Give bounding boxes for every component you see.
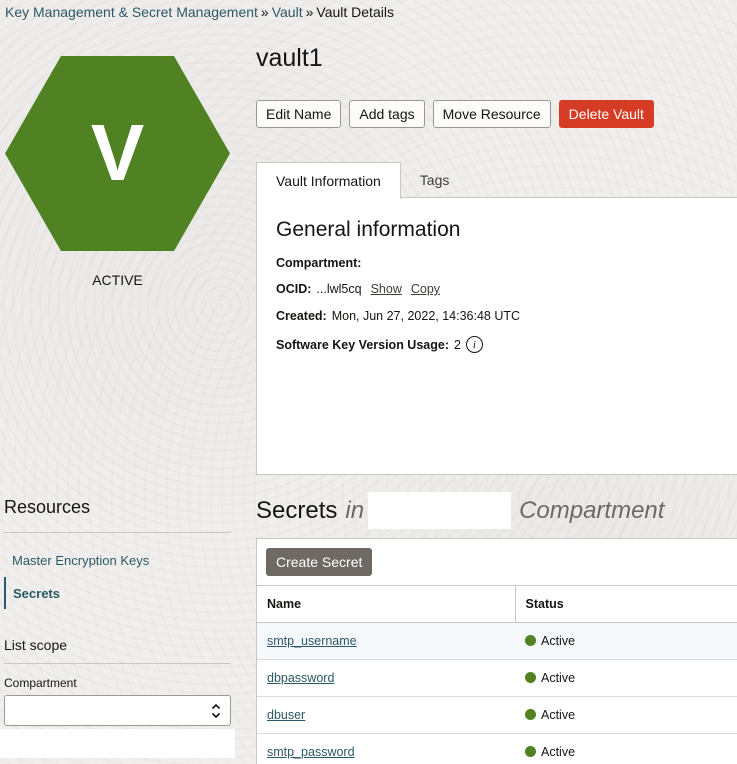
resources-heading: Resources bbox=[4, 497, 91, 517]
status-cell: Active bbox=[515, 733, 737, 764]
secrets-table-panel: Create Secret Name Status smtp_username … bbox=[256, 538, 737, 764]
delete-vault-button[interactable]: Delete Vault bbox=[558, 100, 654, 128]
secrets-heading-in: in bbox=[345, 496, 365, 524]
chevron-up-down-icon bbox=[211, 703, 221, 719]
move-resource-button[interactable]: Move Resource bbox=[432, 100, 551, 128]
status-cell: Active bbox=[515, 696, 737, 734]
key-version-usage-label: Software Key Version Usage: bbox=[276, 337, 449, 352]
status-dot-icon bbox=[525, 672, 536, 683]
status-cell: Active bbox=[515, 659, 737, 697]
table-header-row: Name Status bbox=[257, 585, 737, 623]
status-dot-icon bbox=[525, 709, 536, 720]
compartment-name-redacted bbox=[368, 492, 512, 529]
compartment-label: Compartment: bbox=[276, 256, 362, 270]
edit-name-button[interactable]: Edit Name bbox=[256, 100, 342, 128]
vault-hexagon-icon: V bbox=[5, 56, 230, 251]
resources-divider bbox=[4, 532, 231, 533]
list-scope-heading: List scope bbox=[4, 637, 68, 653]
secret-name-link[interactable]: smtp_username bbox=[267, 634, 357, 648]
status-label: Active bbox=[541, 634, 576, 648]
compartment-row: Compartment: bbox=[276, 254, 725, 272]
secrets-heading-suffix: Compartment bbox=[519, 496, 665, 524]
vault-hexagon-badge: V bbox=[4, 55, 231, 252]
redacted-area bbox=[0, 729, 235, 758]
breadcrumb: Key Management & Secret Management» Vault… bbox=[5, 4, 394, 20]
created-label: Created: bbox=[276, 309, 327, 323]
secret-name-link[interactable]: dbuser bbox=[267, 708, 305, 722]
tab-bar: Vault Information Tags bbox=[256, 162, 468, 199]
table-row: smtp_password Active bbox=[257, 733, 737, 764]
secrets-table: Name Status smtp_username Active dbpassw… bbox=[257, 585, 737, 764]
action-bar: Edit Name Add tags Move Resource Delete … bbox=[256, 100, 654, 128]
ocid-row: OCID: ...lwl5cq Show Copy bbox=[276, 282, 440, 296]
table-row: dbpassword Active bbox=[257, 659, 737, 697]
general-information-heading: General information bbox=[276, 218, 461, 241]
list-scope-divider bbox=[4, 663, 231, 664]
status-label: Active bbox=[541, 745, 576, 759]
breadcrumb-separator: » bbox=[305, 4, 314, 20]
breadcrumb-vault-details: Vault Details bbox=[316, 4, 394, 20]
key-version-usage-row: Software Key Version Usage: 2 i bbox=[276, 336, 483, 353]
ocid-value: ...lwl5cq bbox=[316, 282, 362, 296]
page-title: vault1 bbox=[256, 44, 323, 72]
status-label: Active bbox=[541, 671, 576, 685]
breadcrumb-vault[interactable]: Vault bbox=[272, 4, 303, 20]
status-dot-icon bbox=[525, 635, 536, 646]
secrets-table-toolbar: Create Secret bbox=[266, 548, 373, 576]
column-header-name[interactable]: Name bbox=[257, 585, 516, 623]
add-tags-button[interactable]: Add tags bbox=[349, 100, 425, 128]
created-row: Created: Mon, Jun 27, 2022, 14:36:48 UTC bbox=[276, 309, 520, 323]
ocid-copy-link[interactable]: Copy bbox=[411, 282, 440, 296]
create-secret-button[interactable]: Create Secret bbox=[266, 548, 373, 576]
status-cell: Active bbox=[515, 622, 737, 660]
compartment-value-redacted bbox=[366, 254, 725, 272]
key-version-usage-value: 2 bbox=[453, 337, 461, 352]
vault-icon-letter: V bbox=[91, 108, 144, 197]
table-row: dbuser Active bbox=[257, 696, 737, 734]
vault-status: ACTIVE bbox=[92, 272, 143, 288]
status-dot-icon bbox=[525, 746, 536, 757]
compartment-field-label: Compartment bbox=[4, 676, 77, 690]
column-header-status[interactable]: Status bbox=[515, 585, 737, 623]
table-row: smtp_username Active bbox=[257, 622, 737, 660]
secrets-heading-prefix: Secrets bbox=[256, 496, 338, 524]
tab-vault-information[interactable]: Vault Information bbox=[256, 162, 401, 199]
created-value: Mon, Jun 27, 2022, 14:36:48 UTC bbox=[331, 309, 521, 323]
general-information-panel: General information Compartment: OCID: .… bbox=[256, 197, 737, 475]
ocid-label: OCID: bbox=[276, 282, 312, 296]
breadcrumb-key-management[interactable]: Key Management & Secret Management bbox=[5, 4, 258, 20]
nav-item-master-encryption-keys[interactable]: Master Encryption Keys bbox=[4, 544, 231, 576]
status-label: Active bbox=[541, 708, 576, 722]
tab-tags[interactable]: Tags bbox=[401, 162, 469, 198]
compartment-select[interactable] bbox=[4, 695, 231, 726]
secret-name-link[interactable]: smtp_password bbox=[267, 745, 355, 759]
info-circle-icon[interactable]: i bbox=[465, 336, 483, 353]
secrets-heading: Secrets in Compartment bbox=[256, 492, 664, 529]
breadcrumb-separator: » bbox=[260, 4, 269, 20]
nav-item-secrets[interactable]: Secrets bbox=[4, 577, 231, 609]
ocid-show-link[interactable]: Show bbox=[371, 282, 402, 296]
secret-name-link[interactable]: dbpassword bbox=[267, 671, 334, 685]
